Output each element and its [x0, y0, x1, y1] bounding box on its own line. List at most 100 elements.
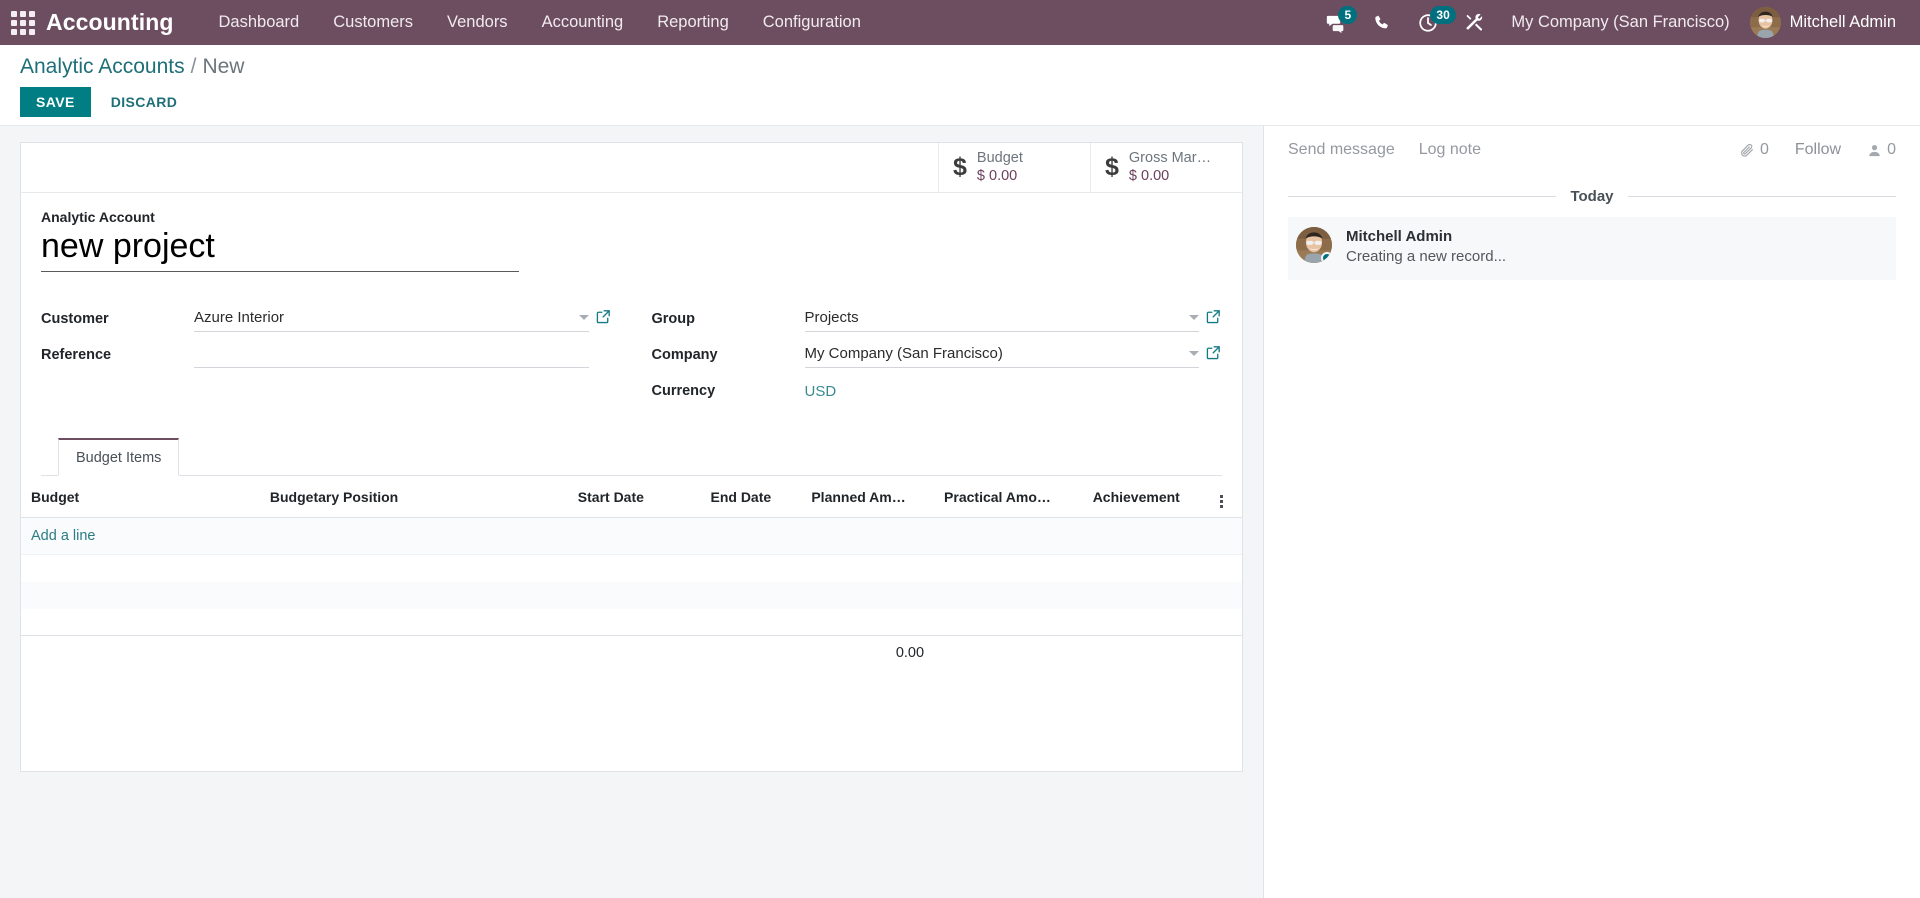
budget-items-table: Budget Budgetary Position Start Date End…	[21, 476, 1242, 731]
table-header: Budget Budgetary Position Start Date End…	[21, 476, 1242, 518]
breadcrumb-separator: /	[191, 55, 197, 79]
vertical-dots-icon[interactable]	[1220, 495, 1223, 508]
empty-row	[21, 609, 1242, 636]
follow-button[interactable]: Follow	[1795, 141, 1841, 159]
column-start-date[interactable]: Start Date	[568, 476, 701, 518]
log-note-button[interactable]: Log note	[1419, 141, 1481, 159]
tab-budget-items[interactable]: Budget Items	[58, 438, 179, 476]
user-name: Mitchell Admin	[1790, 13, 1896, 32]
field-label-currency: Currency	[652, 383, 805, 404]
stat-button-budget[interactable]: $ Budget $ 0.00	[938, 143, 1090, 192]
save-button[interactable]: SAVE	[20, 87, 91, 117]
company-value: My Company (San Francisco)	[805, 345, 1184, 362]
field-label-company: Company	[652, 347, 805, 368]
chevron-down-icon[interactable]	[1189, 315, 1199, 320]
menu-item-vendors[interactable]: Vendors	[430, 0, 525, 45]
company-input[interactable]: My Company (San Francisco)	[805, 344, 1200, 368]
external-link-icon[interactable]	[1205, 344, 1222, 368]
field-reference: Reference	[41, 332, 612, 368]
field-label-customer: Customer	[41, 311, 194, 332]
table-footer: 0.00	[21, 636, 1242, 731]
wrench-icon[interactable]	[1451, 0, 1497, 45]
form-fields: Customer Azure Interior	[41, 296, 1222, 404]
external-link-icon[interactable]	[1205, 308, 1222, 332]
customer-input[interactable]: Azure Interior	[194, 308, 589, 332]
stat-label-budget: Budget	[977, 150, 1023, 168]
stat-button-gross-margin[interactable]: $ Gross Mar… $ 0.00	[1090, 143, 1242, 192]
field-label-reference: Reference	[41, 347, 194, 368]
column-budgetary-position[interactable]: Budgetary Position	[260, 476, 568, 518]
record-action-buttons: SAVE DISCARD	[20, 87, 1900, 117]
total-planned-amount: 0.00	[801, 636, 934, 731]
reference-input[interactable]	[194, 344, 589, 368]
chatter-panel: Send message Log note 0 Follow 0	[1263, 126, 1920, 898]
menu-item-customers[interactable]: Customers	[316, 0, 430, 45]
column-planned-amount[interactable]: Planned Am…	[801, 476, 934, 518]
discard-button[interactable]: DISCARD	[97, 87, 192, 117]
followers-button[interactable]: 0	[1867, 141, 1896, 159]
dollar-icon: $	[953, 155, 967, 180]
breadcrumb-current: New	[202, 55, 244, 79]
chatter-actions: 0 Follow 0	[1739, 141, 1896, 159]
stat-label-gross-margin: Gross Mar…	[1129, 150, 1211, 168]
dollar-icon: $	[1105, 155, 1119, 180]
external-link-icon[interactable]	[595, 308, 612, 332]
stat-button-box: $ Budget $ 0.00 $ Gross Mar… $ 0.00	[21, 143, 1242, 193]
field-customer: Customer Azure Interior	[41, 296, 612, 332]
group-input[interactable]: Projects	[805, 308, 1200, 332]
chevron-down-icon[interactable]	[1189, 351, 1199, 356]
attachments-button[interactable]: 0	[1739, 141, 1769, 159]
apps-grid-icon[interactable]	[10, 10, 36, 36]
top-navbar: Accounting Dashboard Customers Vendors A…	[0, 0, 1920, 45]
optional-columns-dropdown[interactable]	[1210, 476, 1242, 518]
chat-badge-count: 5	[1338, 6, 1357, 24]
company-switcher[interactable]: My Company (San Francisco)	[1497, 0, 1743, 45]
add-a-line-link[interactable]: Add a line	[31, 528, 96, 544]
analytic-account-label: Analytic Account	[41, 209, 1222, 225]
field-currency: Currency USD	[652, 368, 1223, 404]
menu-item-reporting[interactable]: Reporting	[640, 0, 746, 45]
chat-bubble-icon[interactable]: 5	[1313, 0, 1359, 45]
add-a-line-row[interactable]: Add a line	[21, 518, 1242, 555]
day-separator: Today	[1288, 188, 1896, 205]
breadcrumb-analytic-accounts[interactable]: Analytic Accounts	[20, 55, 185, 79]
page-body: $ Budget $ 0.00 $ Gross Mar… $ 0.00 Anal…	[0, 126, 1920, 898]
online-status-dot	[1321, 252, 1332, 263]
avatar	[1750, 7, 1781, 38]
column-end-date[interactable]: End Date	[700, 476, 801, 518]
menu-item-dashboard[interactable]: Dashboard	[202, 0, 317, 45]
avatar	[1296, 227, 1332, 263]
form-column: $ Budget $ 0.00 $ Gross Mar… $ 0.00 Anal…	[0, 126, 1263, 898]
chevron-down-icon[interactable]	[579, 315, 589, 320]
column-achievement[interactable]: Achievement	[1083, 476, 1210, 518]
main-menu: Dashboard Customers Vendors Accounting R…	[202, 0, 878, 45]
group-value: Projects	[805, 309, 1184, 326]
attachment-count: 0	[1760, 141, 1769, 159]
column-budget[interactable]: Budget	[21, 476, 260, 518]
record-sheet: $ Budget $ 0.00 $ Gross Mar… $ 0.00 Anal…	[20, 142, 1243, 772]
menu-item-configuration[interactable]: Configuration	[746, 0, 878, 45]
menu-item-accounting[interactable]: Accounting	[525, 0, 641, 45]
message-author: Mitchell Admin	[1346, 227, 1506, 247]
sheet-inner: Analytic Account Customer Azure Interior	[21, 193, 1242, 476]
clock-icon[interactable]: 30	[1405, 0, 1451, 45]
day-separator-label: Today	[1570, 188, 1613, 205]
send-message-button[interactable]: Send message	[1288, 141, 1395, 159]
app-brand-accounting[interactable]: Accounting	[46, 9, 174, 36]
phone-icon[interactable]	[1359, 0, 1405, 45]
breadcrumb: Analytic Accounts / New	[20, 55, 1900, 79]
currency-value[interactable]: USD	[805, 383, 837, 404]
form-column-left: Customer Azure Interior	[41, 296, 612, 404]
field-company: Company My Company (San Francisco)	[652, 332, 1223, 368]
message-item: Mitchell Admin Creating a new record...	[1288, 217, 1896, 280]
user-menu[interactable]: Mitchell Admin	[1744, 0, 1906, 45]
control-panel: Analytic Accounts / New SAVE DISCARD	[0, 45, 1920, 126]
column-practical-amount[interactable]: Practical Amo…	[934, 476, 1083, 518]
field-label-group: Group	[652, 311, 805, 332]
analytic-account-input[interactable]	[41, 227, 519, 272]
form-column-right: Group Projects	[652, 296, 1223, 404]
message-body: Creating a new record...	[1346, 247, 1506, 267]
notebook-tabs: Budget Items	[41, 438, 1222, 476]
stat-value-budget: $ 0.00	[977, 168, 1023, 186]
customer-value: Azure Interior	[194, 309, 573, 326]
